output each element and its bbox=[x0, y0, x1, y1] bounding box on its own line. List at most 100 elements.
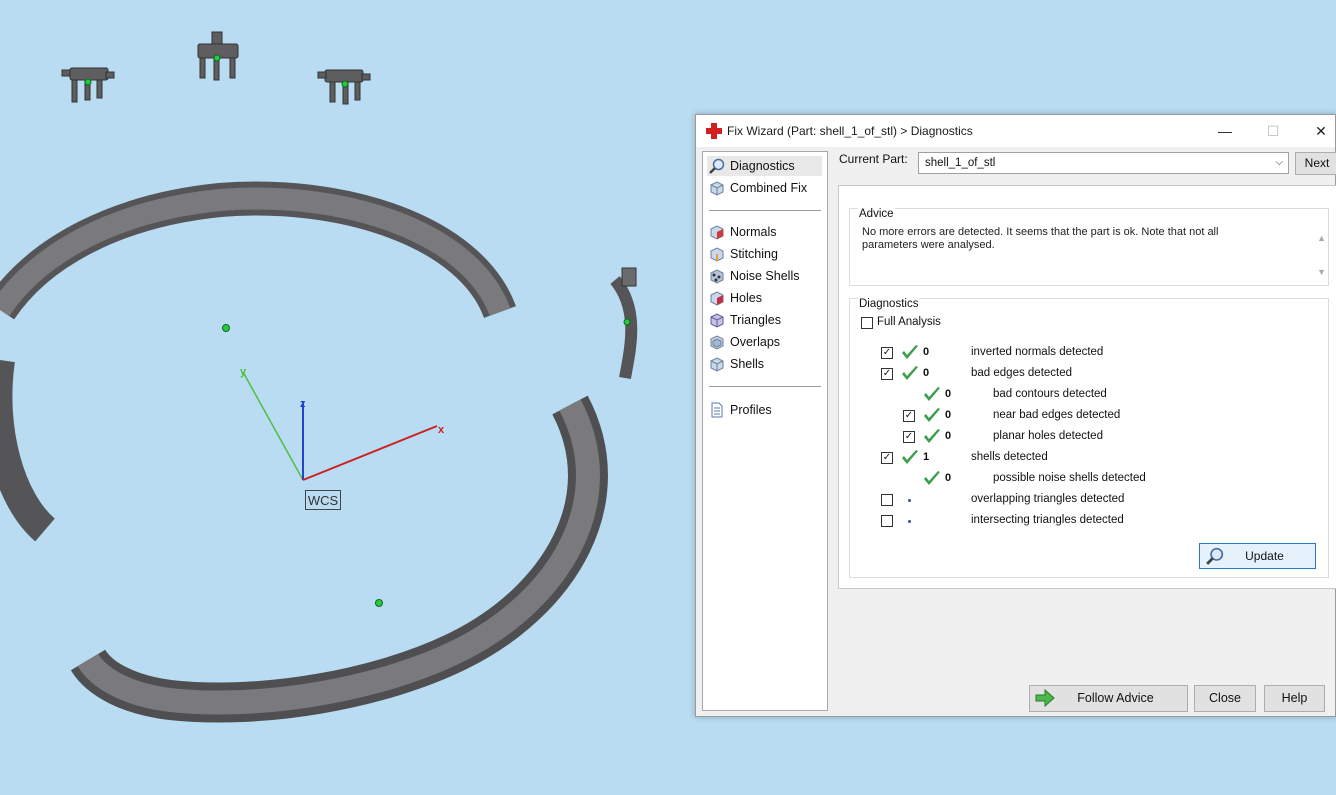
noise-shells-icon bbox=[710, 269, 724, 284]
red-cross-icon bbox=[706, 123, 722, 139]
nav-label: Profiles bbox=[730, 403, 772, 417]
scroll-down-icon[interactable]: ▼ bbox=[1317, 267, 1326, 277]
diagnostic-label: possible noise shells detected bbox=[993, 472, 1146, 484]
diagnostic-row: ✓ 0 inverted normals detected bbox=[850, 344, 1320, 362]
checkmark-icon bbox=[924, 387, 940, 401]
y-axis-label: y bbox=[240, 366, 247, 378]
diagnostic-row: ✓ 0 near bad edges detected bbox=[850, 407, 1320, 425]
nav-item-stitching[interactable]: Stitching bbox=[707, 244, 822, 264]
current-part-value: shell_1_of_stl bbox=[925, 157, 996, 169]
shells-icon bbox=[710, 357, 724, 372]
nav-label: Diagnostics bbox=[730, 159, 795, 173]
full-analysis-checkbox[interactable] bbox=[861, 317, 873, 329]
nav-item-noise-shells[interactable]: Noise Shells bbox=[707, 266, 822, 286]
diagnostic-checkbox[interactable] bbox=[881, 515, 893, 527]
follow-advice-label: Follow Advice bbox=[1077, 691, 1154, 705]
triangles-icon bbox=[710, 313, 724, 328]
nav-item-shells[interactable]: Shells bbox=[707, 354, 822, 374]
checkmark-icon bbox=[902, 345, 918, 359]
diagnostic-row: 0 possible noise shells detected bbox=[850, 470, 1320, 488]
magnifier-icon bbox=[709, 158, 725, 174]
nav-label: Combined Fix bbox=[730, 181, 808, 195]
y-axis-line bbox=[242, 371, 304, 481]
nav-label: Stitching bbox=[730, 247, 778, 261]
fixture-clip[interactable] bbox=[317, 69, 371, 105]
diagnostic-row: ✓ 0 bad edges detected bbox=[850, 365, 1320, 383]
ring-model[interactable] bbox=[0, 181, 638, 723]
diagnostic-row: ✓ 1 shells detected bbox=[850, 449, 1320, 467]
reference-point bbox=[375, 599, 383, 607]
diagnostic-checkbox[interactable]: ✓ bbox=[903, 410, 915, 422]
nav-item-triangles[interactable]: Triangles bbox=[707, 310, 822, 330]
diagnostic-count: 0 bbox=[945, 430, 952, 442]
update-label: Update bbox=[1245, 549, 1284, 563]
diagnostic-checkbox[interactable]: ✓ bbox=[881, 347, 893, 359]
nav-item-normals[interactable]: Normals bbox=[707, 222, 822, 242]
advice-text: No more errors are detected. It seems th… bbox=[862, 226, 1219, 251]
diagnostic-label: bad contours detected bbox=[993, 388, 1107, 400]
checkmark-icon bbox=[902, 366, 918, 380]
overlaps-icon bbox=[710, 335, 724, 350]
diagnostic-checkbox[interactable] bbox=[881, 494, 893, 506]
diagnostic-label: planar holes detected bbox=[993, 430, 1103, 442]
fix-wizard-dialog: Fix Wizard (Part: shell_1_of_stl) > Diag… bbox=[695, 114, 1336, 717]
diagnostic-label: shells detected bbox=[971, 451, 1048, 463]
checkmark-icon bbox=[924, 471, 940, 485]
wizard-nav: Diagnostics Combined Fix Normals Stitchi… bbox=[702, 151, 828, 711]
diagnostic-row: overlapping triangles detected bbox=[850, 491, 1320, 509]
diagnostic-label: bad edges detected bbox=[971, 367, 1073, 379]
diagnostic-row: intersecting triangles detected bbox=[850, 512, 1320, 530]
minimize-button[interactable]: — bbox=[1203, 119, 1247, 143]
fixture-clip[interactable] bbox=[61, 67, 115, 103]
close-button[interactable]: Close bbox=[1194, 685, 1256, 712]
diagnostic-checkbox[interactable]: ✓ bbox=[903, 431, 915, 443]
diagnostic-row: ✓ 0 planar holes detected bbox=[850, 428, 1320, 446]
diagnostic-label: near bad edges detected bbox=[993, 409, 1121, 421]
scroll-up-icon[interactable]: ▲ bbox=[1317, 233, 1326, 243]
reference-point bbox=[222, 324, 230, 332]
diagnostic-checkbox[interactable]: ✓ bbox=[881, 368, 893, 380]
advice-title: Advice bbox=[858, 208, 895, 220]
checkmark-icon bbox=[902, 450, 918, 464]
update-button[interactable]: Update bbox=[1199, 543, 1316, 569]
full-analysis-label: Full Analysis bbox=[877, 316, 941, 328]
fixture-clip[interactable] bbox=[197, 31, 239, 81]
diagnostic-label: intersecting triangles detected bbox=[971, 514, 1124, 526]
maximize-button[interactable]: ☐ bbox=[1251, 119, 1295, 143]
help-button[interactable]: Help bbox=[1264, 685, 1325, 712]
nav-item-diagnostics[interactable]: Diagnostics bbox=[707, 156, 822, 176]
document-icon bbox=[711, 402, 723, 418]
diagnostic-count: 0 bbox=[945, 472, 952, 484]
diagnostics-group: Diagnostics Full Analysis ✓ 0 inverted nor… bbox=[849, 298, 1329, 578]
diagnostic-label: overlapping triangles detected bbox=[971, 493, 1125, 505]
diagnostic-count: 1 bbox=[923, 451, 930, 463]
nav-item-combined-fix[interactable]: Combined Fix bbox=[707, 178, 822, 198]
z-axis-label: z bbox=[300, 398, 306, 410]
diagnostic-checkbox[interactable]: ✓ bbox=[881, 452, 893, 464]
nav-item-profiles[interactable]: Profiles bbox=[707, 400, 822, 420]
nav-label: Holes bbox=[730, 291, 762, 305]
cube-icon bbox=[710, 181, 724, 196]
title-bar[interactable]: Fix Wizard (Part: shell_1_of_stl) > Diag… bbox=[696, 115, 1335, 147]
chevron-down-icon: ⌵ bbox=[1275, 157, 1283, 168]
pending-dot-icon bbox=[908, 499, 911, 502]
checkmark-icon bbox=[924, 429, 940, 443]
nav-item-overlaps[interactable]: Overlaps bbox=[707, 332, 822, 352]
normals-icon bbox=[710, 225, 724, 240]
diagnostic-label: inverted normals detected bbox=[971, 346, 1104, 358]
next-button[interactable]: Next bbox=[1295, 152, 1336, 175]
nav-label: Noise Shells bbox=[730, 269, 800, 283]
close-window-button[interactable]: ✕ bbox=[1299, 119, 1336, 143]
advice-group: Advice No more errors are detected. It s… bbox=[849, 208, 1329, 286]
window-title: Fix Wizard (Part: shell_1_of_stl) > Diag… bbox=[727, 124, 973, 138]
checkmark-icon bbox=[924, 408, 940, 422]
nav-item-holes[interactable]: Holes bbox=[707, 288, 822, 308]
current-part-label: Current Part: bbox=[839, 152, 908, 166]
follow-advice-button[interactable]: Follow Advice bbox=[1029, 685, 1188, 712]
current-part-select[interactable]: shell_1_of_stl ⌵ bbox=[918, 152, 1289, 174]
diagnostic-count: 0 bbox=[923, 367, 930, 379]
nav-label: Normals bbox=[730, 225, 777, 239]
pending-dot-icon bbox=[908, 520, 911, 523]
nav-divider bbox=[709, 210, 821, 211]
diagnostics-panel: Advice No more errors are detected. It s… bbox=[838, 185, 1336, 589]
